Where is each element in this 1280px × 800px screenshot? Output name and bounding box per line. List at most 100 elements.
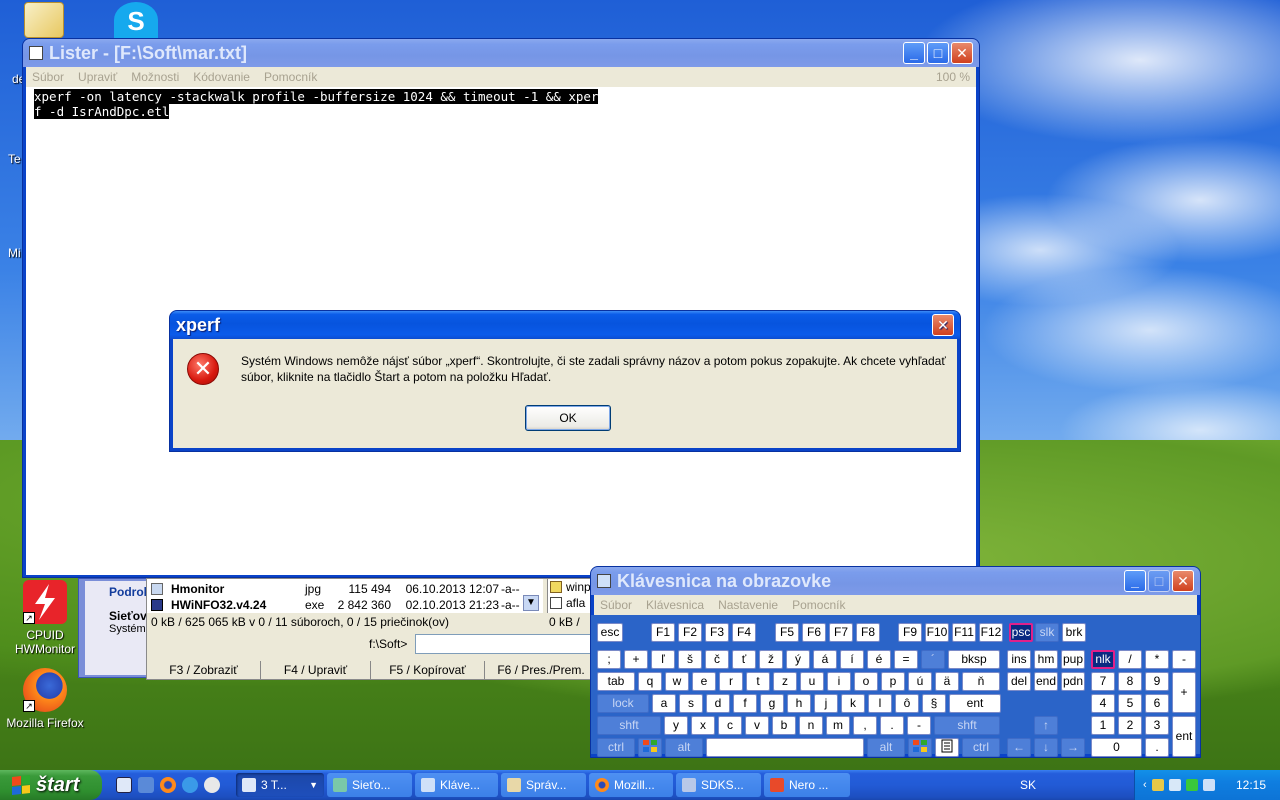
windows-key-icon[interactable]: [908, 738, 932, 757]
key-f7[interactable]: F7: [829, 623, 853, 642]
osk-titlebar[interactable]: Klávesnica na obrazovke _ □ ✕: [591, 567, 1200, 595]
key-u[interactable]: u: [800, 672, 824, 691]
key-w[interactable]: w: [665, 672, 689, 691]
arrow-left-key[interactable]: ←: [1007, 738, 1031, 757]
key-y-acute[interactable]: ý: [786, 650, 810, 669]
key-num-divide[interactable]: /: [1118, 650, 1142, 669]
menu-item-file[interactable]: Súbor: [32, 70, 64, 84]
key-r[interactable]: r: [719, 672, 743, 691]
menu-item-help[interactable]: Pomocník: [264, 70, 317, 84]
key-alt-left[interactable]: alt: [665, 738, 703, 757]
key-num-plus[interactable]: +: [1172, 672, 1196, 713]
f4-edit-button[interactable]: F4 / Upraviť: [261, 661, 371, 679]
key-shift-right[interactable]: shft: [934, 716, 1000, 735]
key-z[interactable]: z: [773, 672, 797, 691]
windows-key-icon[interactable]: [638, 738, 662, 757]
desktop-icon-firefox[interactable]: ↗ Mozilla Firefox: [0, 668, 90, 730]
explorer-icon[interactable]: [138, 777, 154, 793]
key-num-9[interactable]: 9: [1145, 672, 1169, 691]
status-tray-icon[interactable]: [1185, 779, 1198, 791]
table-row[interactable]: Hmonitor jpg 115 494 06.10.2013 12:07 -a…: [151, 581, 520, 597]
key-num-minus[interactable]: -: [1172, 650, 1196, 669]
key-brk[interactable]: brk: [1062, 623, 1086, 642]
menu-item-help[interactable]: Pomocník: [792, 598, 845, 612]
network-tray-icon[interactable]: [1168, 779, 1181, 791]
minimize-button[interactable]: _: [1124, 570, 1146, 592]
key-s[interactable]: s: [679, 694, 703, 713]
key-x[interactable]: x: [691, 716, 715, 735]
key-f2[interactable]: F2: [678, 623, 702, 642]
key-s-caron[interactable]: š: [678, 650, 702, 669]
key-ins[interactable]: ins: [1007, 650, 1031, 669]
task-firefox[interactable]: Mozill...: [589, 773, 673, 797]
key-comma[interactable]: ,: [853, 716, 877, 735]
key-capslock[interactable]: lock: [597, 694, 649, 713]
menu-item-options[interactable]: Možnosti: [131, 70, 179, 84]
key-f[interactable]: f: [733, 694, 757, 713]
key-space[interactable]: [706, 738, 864, 757]
key-f3[interactable]: F3: [705, 623, 729, 642]
key-enter[interactable]: ent: [949, 694, 1001, 713]
desktop-icon-hwmonitor[interactable]: ↗ CPUID HWMonitor: [0, 580, 90, 656]
key-k[interactable]: k: [841, 694, 865, 713]
key-section[interactable]: §: [922, 694, 946, 713]
menu-item-file[interactable]: Súbor: [600, 598, 632, 612]
key-f12[interactable]: F12: [979, 623, 1003, 642]
key-numlock[interactable]: nlk: [1091, 650, 1115, 669]
key-e-acute[interactable]: é: [867, 650, 891, 669]
key-alt-right[interactable]: alt: [867, 738, 905, 757]
firefox-icon[interactable]: [160, 777, 176, 793]
key-m[interactable]: m: [826, 716, 850, 735]
key-h[interactable]: h: [787, 694, 811, 713]
menu-item-encoding[interactable]: Kódovanie: [193, 70, 250, 84]
key-n[interactable]: n: [799, 716, 823, 735]
key-semicolon[interactable]: ;: [597, 650, 621, 669]
key-num-multiply[interactable]: *: [1145, 650, 1169, 669]
key-f11[interactable]: F11: [952, 623, 976, 642]
language-indicator[interactable]: SK: [1020, 778, 1036, 792]
minimize-button[interactable]: _: [903, 42, 925, 64]
key-q[interactable]: q: [638, 672, 662, 691]
ok-button[interactable]: OK: [525, 405, 611, 431]
key-num-enter[interactable]: ent: [1172, 716, 1196, 757]
key-v[interactable]: v: [745, 716, 769, 735]
key-home[interactable]: hm: [1034, 650, 1058, 669]
task-nero[interactable]: Nero ...: [764, 773, 850, 797]
key-o[interactable]: o: [854, 672, 878, 691]
close-button[interactable]: ✕: [951, 42, 973, 64]
key-num-5[interactable]: 5: [1118, 694, 1142, 713]
key-g[interactable]: g: [760, 694, 784, 713]
key-f5[interactable]: F5: [775, 623, 799, 642]
lister-titlebar[interactable]: Lister - [F:\Soft\mar.txt] _ □ ✕: [23, 39, 979, 67]
close-button[interactable]: ✕: [932, 314, 954, 336]
keyboard-tray-icon[interactable]: [1202, 779, 1215, 791]
tc-command-input[interactable]: [415, 634, 595, 654]
key-p[interactable]: p: [881, 672, 905, 691]
key-b[interactable]: b: [772, 716, 796, 735]
key-del[interactable]: del: [1007, 672, 1031, 691]
key-backspace[interactable]: bksp: [948, 650, 1000, 669]
key-f10[interactable]: F10: [925, 623, 949, 642]
chevron-left-icon[interactable]: ‹: [1143, 779, 1147, 791]
key-plus[interactable]: +: [624, 650, 648, 669]
key-z-caron[interactable]: ž: [759, 650, 783, 669]
key-tab[interactable]: tab: [597, 672, 635, 691]
key-t[interactable]: t: [746, 672, 770, 691]
envelope-icon[interactable]: [24, 2, 64, 38]
key-equals[interactable]: =: [894, 650, 918, 669]
key-ctrl-left[interactable]: ctrl: [597, 738, 635, 757]
key-num-3[interactable]: 3: [1145, 716, 1169, 735]
dialog-titlebar[interactable]: xperf ✕: [170, 311, 960, 339]
key-esc[interactable]: esc: [597, 623, 623, 642]
f3-view-button[interactable]: F3 / Zobraziť: [147, 661, 261, 679]
menu-item-edit[interactable]: Upraviť: [78, 70, 117, 84]
total-commander-icon[interactable]: [116, 777, 132, 793]
key-t-caron[interactable]: ť: [732, 650, 756, 669]
key-num-6[interactable]: 6: [1145, 694, 1169, 713]
key-a-acute[interactable]: á: [813, 650, 837, 669]
task-manager[interactable]: Správ...: [501, 773, 586, 797]
ie-icon[interactable]: [182, 777, 198, 793]
key-f6[interactable]: F6: [802, 623, 826, 642]
key-f8[interactable]: F8: [856, 623, 880, 642]
menu-item-settings[interactable]: Nastavenie: [718, 598, 778, 612]
